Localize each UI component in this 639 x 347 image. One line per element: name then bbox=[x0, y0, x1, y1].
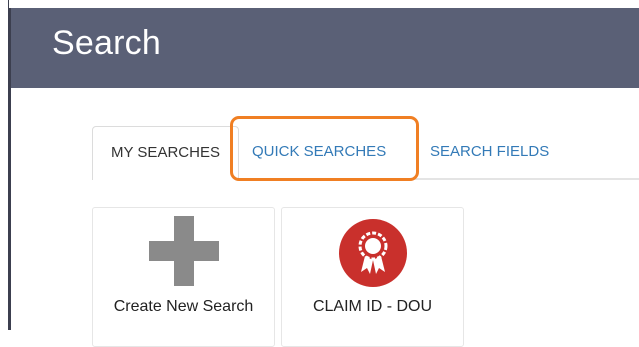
tab-my-searches[interactable]: MY SEARCHES bbox=[92, 126, 239, 180]
highlight-box bbox=[230, 116, 419, 181]
main-content: MY SEARCHES QUICK SEARCHES SEARCH FIELDS… bbox=[11, 88, 639, 347]
page-title: Search bbox=[52, 24, 161, 62]
card-label: CLAIM ID - DOU bbox=[312, 298, 433, 315]
tab-search-fields[interactable]: SEARCH FIELDS bbox=[430, 126, 549, 178]
claim-id-dou-card[interactable]: CLAIM ID - DOU bbox=[281, 207, 464, 347]
award-ribbon-icon bbox=[336, 216, 410, 295]
plus-icon bbox=[148, 216, 219, 291]
window-left-edge bbox=[0, 0, 11, 330]
page-header: Search bbox=[11, 8, 639, 88]
create-new-search-card[interactable]: Create New Search bbox=[92, 207, 275, 347]
card-label: Create New Search bbox=[113, 298, 254, 315]
window-top-edge bbox=[9, 0, 639, 8]
